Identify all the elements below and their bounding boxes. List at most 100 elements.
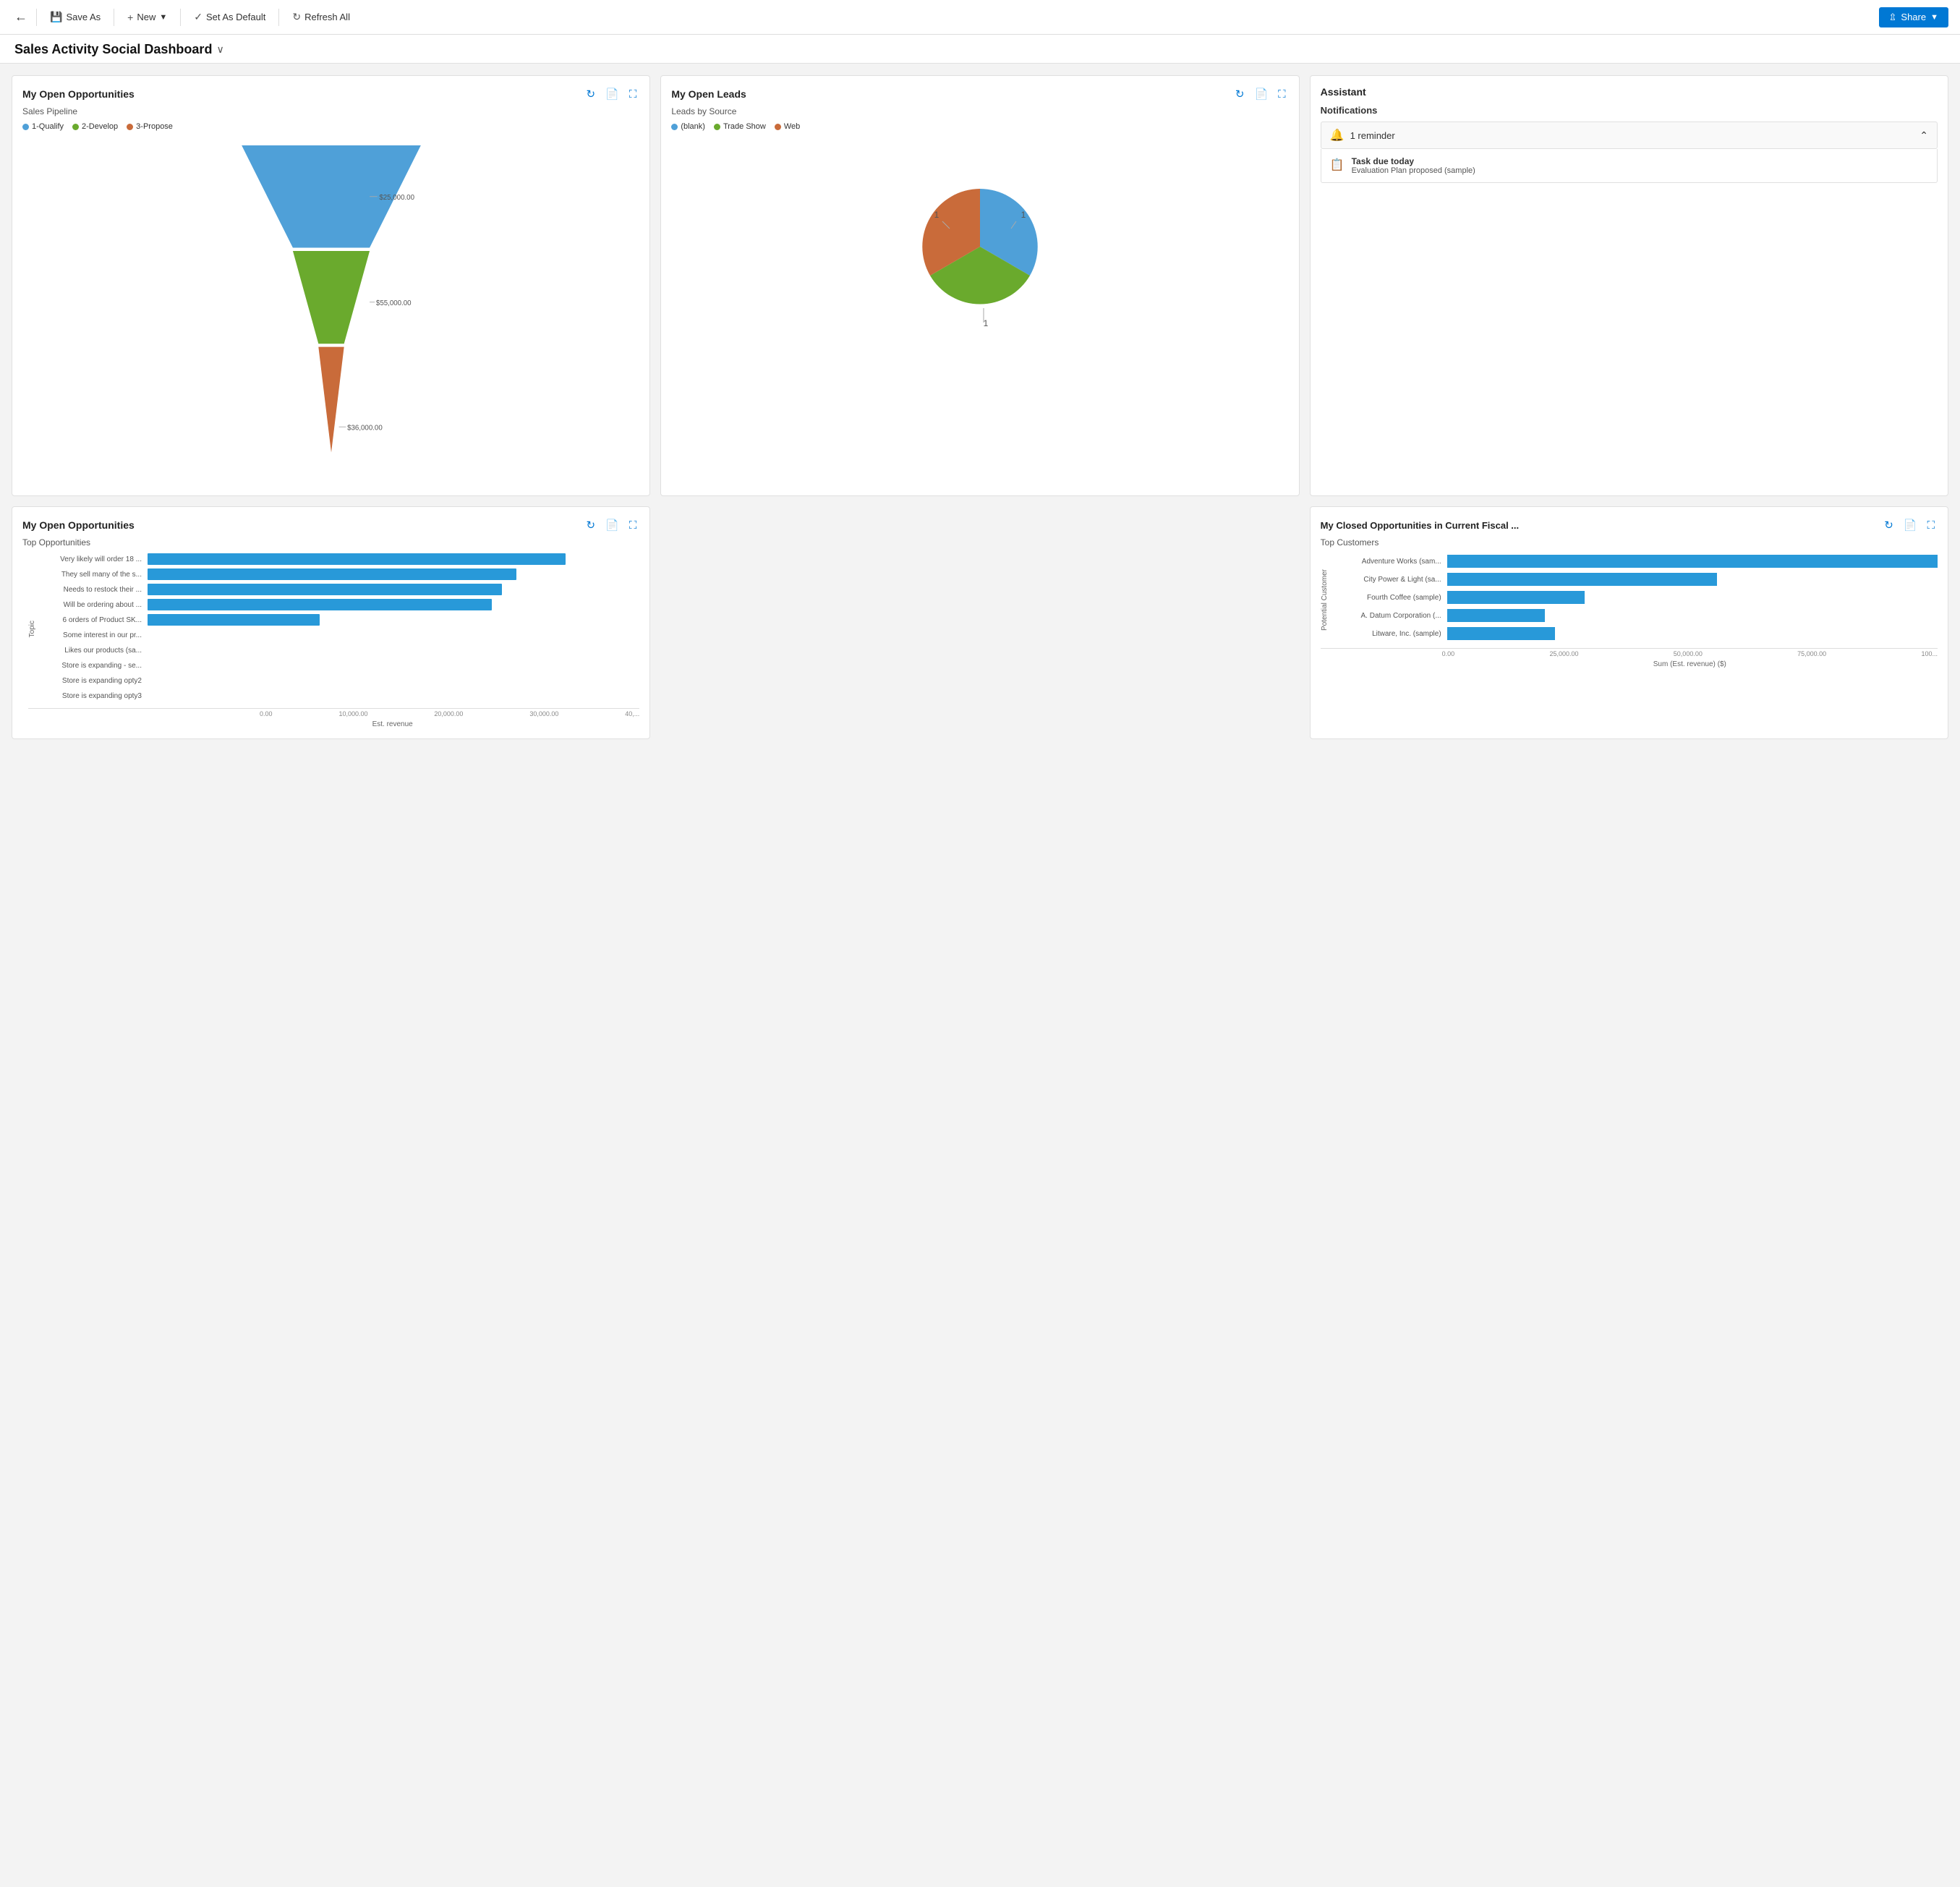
card-header-closed: My Closed Opportunities in Current Fisca… <box>1321 517 1938 533</box>
customer-fill-3 <box>1447 591 1585 604</box>
bar-track-5 <box>148 614 639 626</box>
task-icon: 📋 <box>1330 158 1345 172</box>
bar-label-5: 6 orders of Product SK... <box>39 616 148 624</box>
reminder-header[interactable]: 🔔 1 reminder ⌃ <box>1321 122 1938 149</box>
reminder-header-left: 🔔 1 reminder <box>1330 128 1395 142</box>
legend-develop: 2-Develop <box>72 122 118 131</box>
refresh-button[interactable]: ↻ Refresh All <box>285 7 357 27</box>
qualify-label: 1-Qualify <box>32 122 64 131</box>
bar-track-1 <box>148 553 639 565</box>
closed-chart-area: Potential Customer Adventure Works (sam.… <box>1321 555 1938 645</box>
opps-bar-title: My Open Opportunities <box>22 519 135 531</box>
bar-track-6 <box>148 629 639 641</box>
export-opp-button[interactable]: 📄 <box>602 86 622 102</box>
card-header-assistant: Assistant <box>1321 86 1938 98</box>
refresh-closed-button[interactable]: ↻ <box>1881 517 1896 533</box>
legend-propose: 3-Propose <box>127 122 173 131</box>
card-icons-closed: ↻ 📄 ⛶ <box>1881 517 1938 533</box>
assistant-card: Assistant Notifications 🔔 1 reminder ⌃ 📋… <box>1310 75 1948 496</box>
set-default-button[interactable]: ✓ Set As Default <box>187 7 273 27</box>
dashboard-title-bar: Sales Activity Social Dashboard ∨ <box>0 35 1960 64</box>
share-button[interactable]: ⇫ Share ▼ <box>1879 7 1949 27</box>
tick-0: 0.00 <box>260 710 273 717</box>
tick-40k: 40,... <box>625 710 639 717</box>
closed-bars-area: Adventure Works (sam... City Power & Lig… <box>1331 555 1938 645</box>
save-as-button[interactable]: 💾 Save As <box>43 7 108 27</box>
export-opps-bar-button[interactable]: 📄 <box>602 517 622 533</box>
task-text: Task due today Evaluation Plan proposed … <box>1352 156 1475 175</box>
tradeshow-label: Trade Show <box>723 122 766 131</box>
funnel-segment-propose <box>318 347 344 453</box>
leads-legend: (blank) Trade Show Web <box>671 122 1288 131</box>
share-icon: ⇫ <box>1889 12 1897 23</box>
customer-fill-2 <box>1447 573 1717 586</box>
share-chevron-icon: ▼ <box>1930 13 1938 22</box>
customer-track-3 <box>1447 591 1938 604</box>
dashboard-title-dropdown[interactable]: ∨ <box>216 43 223 56</box>
refresh-opp-button[interactable]: ↻ <box>584 86 599 102</box>
closed-subtitle: Top Customers <box>1321 537 1938 548</box>
bar-label-10: Store is expanding opty3 <box>39 692 148 700</box>
closed-x-axis: 0.00 25,000.00 50,000.00 75,000.00 100..… <box>1321 648 1938 668</box>
bar-track-3 <box>148 584 639 595</box>
funnel-label-develop: $55,000.00 <box>376 299 412 307</box>
funnel-label-qualify: $25,000.00 <box>379 194 414 202</box>
ctick-50k: 50,000.00 <box>1674 650 1703 657</box>
customer-row-5: Litware, Inc. (sample) <box>1331 627 1938 640</box>
opps-chart-area: Topic Very likely will order 18 ... They… <box>28 553 639 705</box>
funnel-label-propose: $36,000.00 <box>347 425 383 433</box>
bell-icon: 🔔 <box>1330 128 1345 142</box>
opportunities-legend: 1-Qualify 2-Develop 3-Propose <box>22 122 639 131</box>
customer-row-4: A. Datum Corporation (... <box>1331 609 1938 622</box>
customer-row-1: Adventure Works (sam... <box>1331 555 1938 568</box>
opps-x-ticks: 0.00 10,000.00 20,000.00 30,000.00 40,..… <box>145 710 639 717</box>
dashboard-title: Sales Activity Social Dashboard <box>14 42 212 57</box>
legend-web: Web <box>775 122 800 131</box>
customer-label-4: A. Datum Corporation (... <box>1331 612 1447 620</box>
export-leads-button[interactable]: 📄 <box>1251 86 1271 102</box>
opps-bar-subtitle: Top Opportunities <box>22 537 639 548</box>
new-button[interactable]: + New ▼ <box>120 8 174 27</box>
reminder-body: 📋 Task due today Evaluation Plan propose… <box>1321 149 1938 183</box>
opps-x-axis-label: Est. revenue <box>145 720 639 728</box>
customer-track-5 <box>1447 627 1938 640</box>
card-icons-opps-bar: ↻ 📄 ⛶ <box>584 517 640 533</box>
pie-label-3: 1 <box>934 210 939 220</box>
refresh-leads-button[interactable]: ↻ <box>1232 86 1248 102</box>
new-label: New <box>137 12 155 22</box>
pie-label-2: 1 <box>984 318 989 328</box>
customer-row-3: Fourth Coffee (sample) <box>1331 591 1938 604</box>
bar-row-5: 6 orders of Product SK... <box>39 614 639 626</box>
funnel-segment-develop <box>293 251 370 344</box>
bar-track-10 <box>148 690 639 702</box>
bar-track-2 <box>148 568 639 580</box>
expand-opps-bar-button[interactable]: ⛶ <box>626 517 640 533</box>
bar-label-7: Likes our products (sa... <box>39 647 148 655</box>
bar-label-3: Needs to restock their ... <box>39 586 148 594</box>
set-default-label: Set As Default <box>206 12 265 22</box>
expand-opp-button[interactable]: ⛶ <box>626 86 640 102</box>
legend-blank: (blank) <box>671 122 705 131</box>
task-item: 📋 Task due today Evaluation Plan propose… <box>1330 156 1928 175</box>
open-leads-card: My Open Leads ↻ 📄 ⛶ Leads by Source (bla… <box>660 75 1299 496</box>
export-closed-button[interactable]: 📄 <box>1901 517 1920 533</box>
expand-leads-button[interactable]: ⛶ <box>1275 86 1289 102</box>
funnel-chart: $25,000.00 $55,000.00 $36,000.00 <box>22 138 639 485</box>
tick-30k: 30,000.00 <box>529 710 558 717</box>
share-label: Share <box>1901 12 1926 22</box>
plus-icon: + <box>127 12 133 23</box>
bar-row-1: Very likely will order 18 ... <box>39 553 639 565</box>
back-button[interactable]: ← <box>12 7 30 27</box>
bar-row-3: Needs to restock their ... <box>39 584 639 595</box>
leads-subtitle: Leads by Source <box>671 106 1288 116</box>
ctick-0: 0.00 <box>1442 650 1455 657</box>
refresh-opps-bar-button[interactable]: ↻ <box>584 517 599 533</box>
legend-tradeshow: Trade Show <box>714 122 766 131</box>
bar-label-8: Store is expanding - se... <box>39 662 148 670</box>
blank-label: (blank) <box>681 122 705 131</box>
notifications-section: Notifications 🔔 1 reminder ⌃ 📋 Task due … <box>1321 105 1938 183</box>
develop-label: 2-Develop <box>82 122 118 131</box>
expand-closed-button[interactable]: ⛶ <box>1924 517 1938 533</box>
divider-1 <box>36 9 37 26</box>
bar-fill-5 <box>148 614 320 626</box>
